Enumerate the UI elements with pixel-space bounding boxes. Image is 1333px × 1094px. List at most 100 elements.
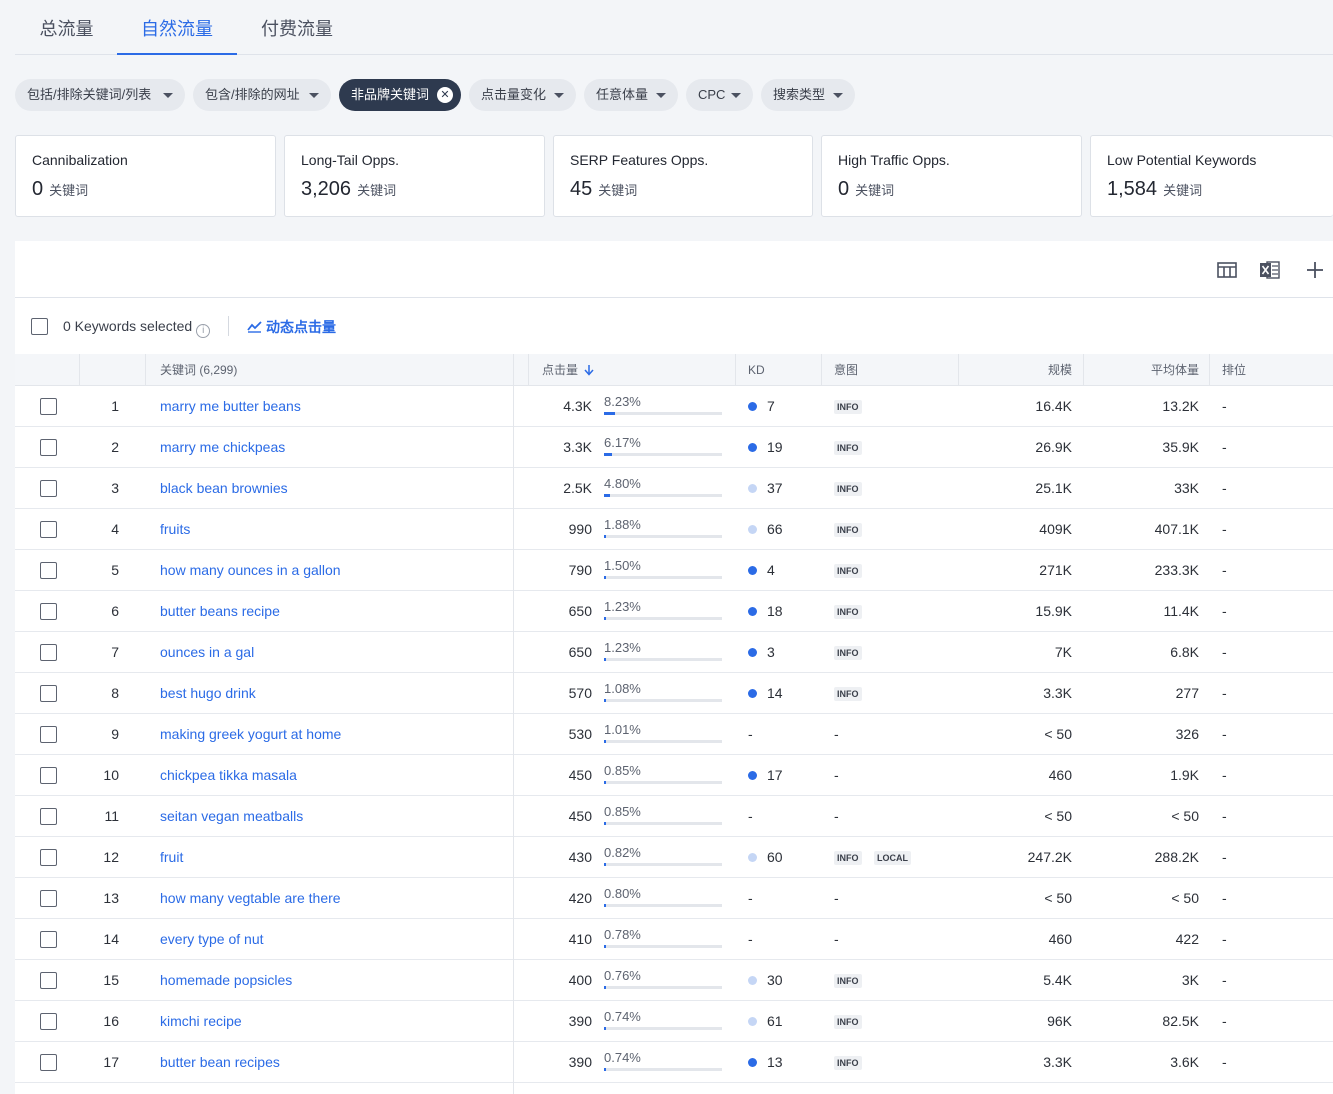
keyword-link[interactable]: kimchi recipe bbox=[160, 1001, 242, 1042]
traffic-share-bar-fill bbox=[604, 1027, 606, 1030]
avg-volume-value: 288.2K bbox=[1154, 849, 1199, 865]
keyword-link[interactable]: fruits bbox=[160, 509, 190, 550]
clicks-value: 450 bbox=[568, 767, 592, 783]
keyword-link[interactable]: how many ounces in a gallon bbox=[160, 550, 341, 591]
traffic-share-percent: 1.23% bbox=[604, 640, 641, 655]
column-header-kd[interactable]: KD bbox=[748, 354, 765, 386]
row-checkbox[interactable] bbox=[40, 603, 57, 620]
intent-empty: - bbox=[834, 808, 839, 824]
kd-value: 61 bbox=[767, 1013, 783, 1029]
intent-badge: INFO bbox=[834, 523, 862, 537]
kd-value: 3 bbox=[767, 644, 775, 660]
columns-icon[interactable] bbox=[1216, 259, 1238, 281]
filter-click-change[interactable]: 点击量变化 bbox=[469, 79, 576, 111]
row-checkbox[interactable] bbox=[40, 726, 57, 743]
row-checkbox[interactable] bbox=[40, 480, 57, 497]
filter-cpc[interactable]: CPC bbox=[686, 79, 753, 111]
scale-value: 271K bbox=[1039, 562, 1072, 578]
filter-volume[interactable]: 任意体量 bbox=[584, 79, 678, 111]
card-serp-features-opps[interactable]: SERP Features Opps. 45 关键词 bbox=[553, 135, 813, 217]
row-checkbox[interactable] bbox=[40, 398, 57, 415]
tab-total-traffic[interactable]: 总流量 bbox=[15, 0, 118, 55]
row-checkbox[interactable] bbox=[40, 439, 57, 456]
filter-include-exclude-keywords[interactable]: 包括/排除关键词/列表 bbox=[15, 79, 185, 111]
row-checkbox[interactable] bbox=[40, 767, 57, 784]
clicks-value: 420 bbox=[568, 890, 592, 906]
kd-value: 14 bbox=[767, 685, 783, 701]
rank-value: - bbox=[1222, 1054, 1227, 1070]
row-checkbox[interactable] bbox=[40, 562, 57, 579]
filter-non-brand-keywords[interactable]: 非品牌关键词 ✕ bbox=[339, 79, 461, 111]
traffic-share-bar-fill bbox=[604, 617, 606, 620]
keyword-link[interactable]: how many vegtable are there bbox=[160, 878, 341, 919]
row-checkbox[interactable] bbox=[40, 1054, 57, 1071]
keyword-link[interactable]: chickpea tikka masala bbox=[160, 755, 297, 796]
card-long-tail-opps[interactable]: Long-Tail Opps. 3,206 关键词 bbox=[284, 135, 545, 217]
info-icon[interactable]: i bbox=[196, 324, 211, 338]
intent-badge: INFO bbox=[834, 441, 862, 455]
row-checkbox[interactable] bbox=[40, 931, 57, 948]
table-row: 14 every type of nut 410 0.78% - - 460 422 - bbox=[15, 919, 1333, 960]
keyword-link[interactable]: seitan vegan meatballs bbox=[160, 796, 303, 837]
tab-organic-traffic[interactable]: 自然流量 bbox=[117, 0, 237, 55]
avg-volume-value: 3K bbox=[1181, 972, 1199, 988]
keyword-link[interactable]: butter bean recipes bbox=[160, 1042, 280, 1083]
filter-label: 点击量变化 bbox=[481, 87, 547, 102]
column-header-avg-volume[interactable]: 平均体量 bbox=[1083, 354, 1199, 386]
traffic-share-percent: 1.23% bbox=[604, 599, 641, 614]
clicks-value: 570 bbox=[568, 685, 592, 701]
select-all-checkbox[interactable] bbox=[31, 318, 48, 335]
keyword-link[interactable]: best hugo drink bbox=[160, 673, 256, 714]
keyword-link[interactable]: making greek yogurt at home bbox=[160, 714, 341, 755]
close-icon[interactable]: ✕ bbox=[437, 87, 453, 103]
row-checkbox[interactable] bbox=[40, 808, 57, 825]
column-header-rank[interactable]: 排位 bbox=[1222, 354, 1246, 386]
row-checkbox[interactable] bbox=[40, 644, 57, 661]
column-header-clicks[interactable]: 点击量 bbox=[542, 354, 594, 386]
keyword-link[interactable]: butter beans recipe bbox=[160, 591, 280, 632]
plus-icon[interactable] bbox=[1304, 259, 1326, 281]
column-header-intent[interactable]: 意图 bbox=[834, 354, 858, 386]
keyword-link[interactable]: marry me butter beans bbox=[160, 386, 301, 427]
keyword-link[interactable]: black bean brownies bbox=[160, 468, 288, 509]
row-number: 14 bbox=[103, 931, 119, 947]
filter-include-exclude-urls[interactable]: 包含/排除的网址 bbox=[193, 79, 331, 111]
avg-volume-value: 326 bbox=[1175, 726, 1199, 742]
row-checkbox[interactable] bbox=[40, 1013, 57, 1030]
keyword-link[interactable]: homemade popsicles bbox=[160, 960, 292, 1001]
filter-search-type[interactable]: 搜索类型 bbox=[761, 79, 855, 111]
scale-value: 7K bbox=[1054, 644, 1072, 660]
kd-value: 37 bbox=[767, 480, 783, 496]
table-row: 3 black bean brownies 2.5K 4.80% 37 INFO 25.1K… bbox=[15, 468, 1333, 509]
avg-volume-value: 13.2K bbox=[1162, 398, 1199, 414]
column-header-scale[interactable]: 规模 bbox=[958, 354, 1072, 386]
row-checkbox[interactable] bbox=[40, 521, 57, 538]
kd-difficulty-dot bbox=[748, 976, 757, 985]
kd-value: 18 bbox=[767, 603, 783, 619]
intent-badge: INFO bbox=[834, 482, 862, 496]
keyword-link[interactable]: marry me chickpeas bbox=[160, 427, 285, 468]
keyword-link[interactable]: every type of nut bbox=[160, 919, 264, 960]
card-high-traffic-opps[interactable]: High Traffic Opps. 0 关键词 bbox=[821, 135, 1082, 217]
row-checkbox[interactable] bbox=[40, 890, 57, 907]
row-checkbox[interactable] bbox=[40, 685, 57, 702]
table-row: 8 best hugo drink 570 1.08% 14 INFO 3.3K 277 - bbox=[15, 673, 1333, 714]
row-checkbox[interactable] bbox=[40, 849, 57, 866]
kd-value: 4 bbox=[767, 562, 775, 578]
card-low-potential-keywords[interactable]: Low Potential Keywords 1,584 关键词 bbox=[1090, 135, 1333, 217]
trend-chart-icon bbox=[247, 321, 262, 333]
avg-volume-value: 35.9K bbox=[1162, 439, 1199, 455]
traffic-share-bar bbox=[604, 617, 722, 620]
tab-paid-traffic[interactable]: 付费流量 bbox=[237, 0, 357, 55]
card-cannibalization[interactable]: Cannibalization 0 关键词 bbox=[15, 135, 276, 217]
traffic-share-bar-fill bbox=[604, 576, 606, 579]
row-checkbox[interactable] bbox=[40, 972, 57, 989]
table-header: 关键词 (6,299) 点击量 KD 意图 规模 平均体量 排位 bbox=[15, 354, 1333, 386]
keyword-link[interactable]: fruit bbox=[160, 837, 183, 878]
dynamic-clicks-button[interactable]: 动态点击量 bbox=[247, 317, 336, 337]
traffic-tabs: 总流量 自然流量 付费流量 bbox=[15, 0, 1333, 55]
column-header-keyword[interactable]: 关键词 (6,299) bbox=[160, 354, 237, 386]
keyword-link[interactable]: ounces in a gal bbox=[160, 632, 254, 673]
excel-export-icon[interactable] bbox=[1259, 259, 1281, 281]
kd-difficulty-dot bbox=[748, 1017, 757, 1026]
